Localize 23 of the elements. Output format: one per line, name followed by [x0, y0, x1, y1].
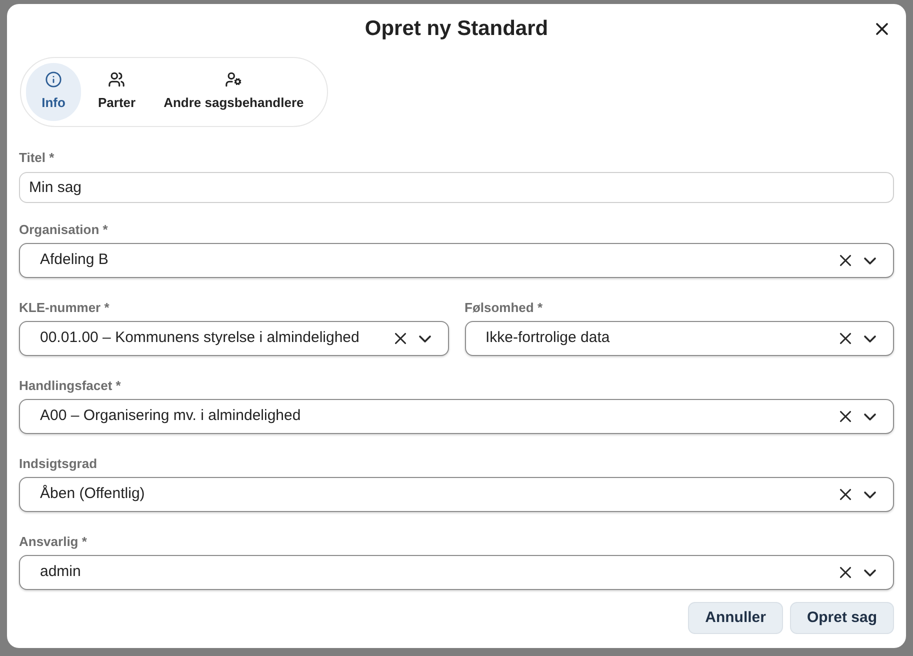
- tab[interactable]: Parter: [87, 63, 147, 121]
- users-icon: [108, 71, 126, 88]
- field-label: Ansvarlig *: [19, 533, 87, 551]
- text-input[interactable]: Min sag: [19, 172, 894, 203]
- field-label: Indsigtsgrad: [19, 455, 98, 473]
- tab[interactable]: Info: [26, 63, 81, 121]
- field-label: Følsomhed *: [464, 299, 543, 317]
- field-label: Titel *: [19, 149, 54, 167]
- field-label: KLE-nummer *: [19, 299, 110, 317]
- select-field[interactable]: admin: [19, 555, 894, 590]
- info-icon: [45, 71, 62, 88]
- tab[interactable]: Andre sagsbehandlere: [152, 63, 315, 121]
- select-field[interactable]: Ikke-fortrolige data: [464, 321, 894, 356]
- user-gear-icon: [225, 71, 242, 88]
- select-field[interactable]: Afdeling B: [19, 243, 894, 278]
- select-field[interactable]: Åben (Offentlig): [19, 477, 894, 512]
- field-label: Handlingsfacet *: [19, 377, 121, 395]
- dialog-title: Opret ny Standard: [364, 16, 548, 42]
- select-field[interactable]: 00.01.00 – Kommunens styrelse i almindelighed: [19, 321, 448, 356]
- dialog-button[interactable]: Opret sag: [790, 602, 894, 634]
- dialog-button[interactable]: Annuller: [688, 602, 783, 634]
- field-label: Organisation *: [19, 221, 108, 239]
- select-field[interactable]: A00 – Organisering mv. i almindelighed: [19, 399, 894, 434]
